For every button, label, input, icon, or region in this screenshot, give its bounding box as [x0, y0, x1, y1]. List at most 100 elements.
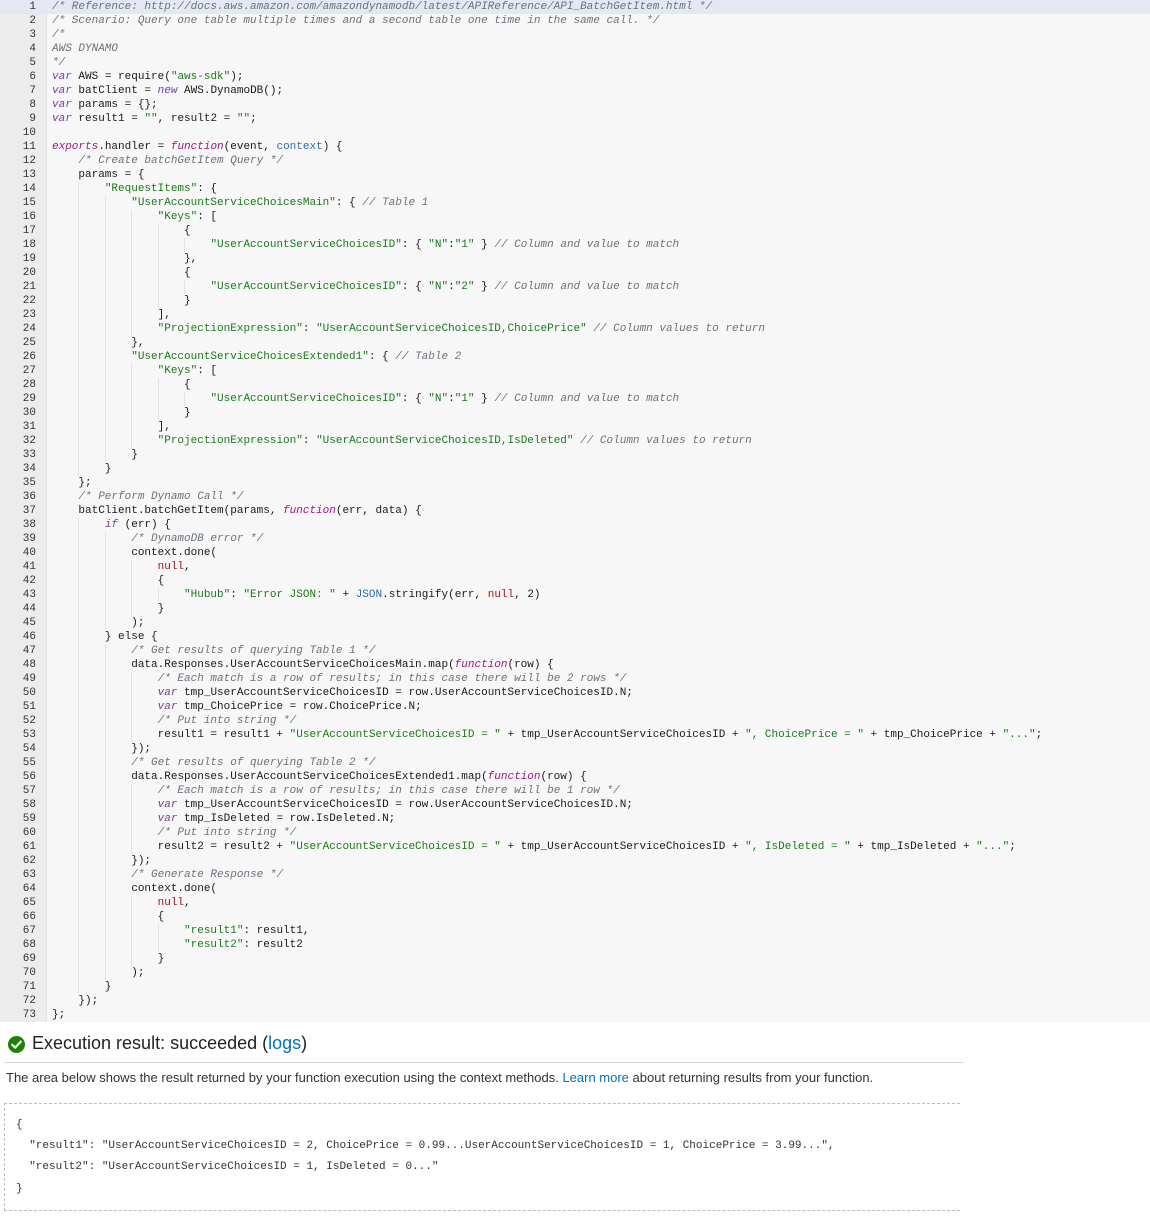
code-line[interactable]: 48 data.Responses.UserAccountServiceChoi…	[0, 658, 1150, 672]
learn-more-link[interactable]: Learn more	[562, 1070, 628, 1085]
code-line[interactable]: 43 "Hubub": "Error JSON: " + JSON.string…	[0, 588, 1150, 602]
code-line[interactable]: 24 "ProjectionExpression": "UserAccountS…	[0, 322, 1150, 336]
code-line[interactable]: 17 {	[0, 224, 1150, 238]
code-editor[interactable]: 1 /* Reference: http://docs.aws.amazon.co…	[0, 0, 1150, 1022]
code-line[interactable]: 49 /* Each match is a row of results; in…	[0, 672, 1150, 686]
code-line[interactable]: 12 /* Create batchGetItem Query */	[0, 154, 1150, 168]
code-token: });	[52, 855, 152, 867]
code-line[interactable]: 44 }	[0, 602, 1150, 616]
code-line[interactable]: 6 var AWS = require("aws-sdk");	[0, 70, 1150, 84]
code-line[interactable]: 36 /* Perform Dynamo Call */	[0, 490, 1150, 504]
code-line[interactable]: 34 }	[0, 462, 1150, 476]
code-line[interactable]: 23 ],	[0, 308, 1150, 322]
code-line[interactable]: 14 "RequestItems": {	[0, 182, 1150, 196]
code-token: :	[448, 281, 455, 293]
code-line[interactable]: 67 "result1": result1,	[0, 924, 1150, 938]
code-token: "2"	[454, 281, 475, 293]
code-line[interactable]: 39 /* DynamoDB error */	[0, 532, 1150, 546]
line-number: 28	[22, 379, 36, 391]
code-line[interactable]: 69 }	[0, 952, 1150, 966]
code-line[interactable]: 60 /* Put into string */	[0, 826, 1150, 840]
code-token: ,	[184, 561, 191, 573]
code-line[interactable]: 29 "UserAccountServiceChoicesID": { "N":…	[0, 392, 1150, 406]
code-line[interactable]: 25 },	[0, 336, 1150, 350]
code-line[interactable]: 72 });	[0, 994, 1150, 1008]
code-line[interactable]: 16 "Keys": [	[0, 210, 1150, 224]
code-line[interactable]: 27 "Keys": [	[0, 364, 1150, 378]
code-line[interactable]: 51 var tmp_ChoicePrice = row.ChoicePrice…	[0, 700, 1150, 714]
code-line[interactable]: 57 /* Each match is a row of results; in…	[0, 784, 1150, 798]
code-line[interactable]: 65 null,	[0, 896, 1150, 910]
code-token: }	[474, 281, 495, 293]
code-line[interactable]: 1 /* Reference: http://docs.aws.amazon.co…	[0, 0, 1150, 14]
code-line[interactable]: 9 var result1 = "", result2 = "";	[0, 112, 1150, 126]
code-token: );	[230, 71, 244, 83]
code-line[interactable]: 56 data.Responses.UserAccountServiceChoi…	[0, 770, 1150, 784]
code-line[interactable]: 7 var batClient = new AWS.DynamoDB();	[0, 84, 1150, 98]
code-line[interactable]: 31 ],	[0, 420, 1150, 434]
code-line[interactable]: 58 var tmp_UserAccountServiceChoicesID =…	[0, 798, 1150, 812]
code-token: }	[52, 463, 112, 475]
code-text: var AWS = require("aws-sdk");	[52, 70, 243, 84]
code-token: data.Responses.UserAccountServiceChoices…	[52, 771, 488, 783]
line-number: 73	[22, 1009, 36, 1021]
code-line[interactable]: 68 "result2": result2	[0, 938, 1150, 952]
code-line[interactable]: 11 exports.handler = function(event, cont…	[0, 140, 1150, 154]
code-line[interactable]: 20 {	[0, 266, 1150, 280]
code-line[interactable]: 22 }	[0, 294, 1150, 308]
code-line[interactable]: 42 {	[0, 574, 1150, 588]
code-line[interactable]: 18 "UserAccountServiceChoicesID": { "N":…	[0, 238, 1150, 252]
code-line[interactable]: 37 batClient.batchGetItem(params, functi…	[0, 504, 1150, 518]
code-line[interactable]: 35 };	[0, 476, 1150, 490]
code-line[interactable]: 33 }	[0, 448, 1150, 462]
code-line[interactable]: 70 );	[0, 966, 1150, 980]
code-line[interactable]: 50 var tmp_UserAccountServiceChoicesID =…	[0, 686, 1150, 700]
line-number: 35	[22, 477, 36, 489]
code-line[interactable]: 59 var tmp_IsDeleted = row.IsDeleted.N;	[0, 812, 1150, 826]
code-line[interactable]: 28 {	[0, 378, 1150, 392]
code-line[interactable]: 3 /*	[0, 28, 1150, 42]
code-line[interactable]: 55 /* Get results of querying Table 2 */	[0, 756, 1150, 770]
code-token: var	[157, 687, 178, 699]
code-line[interactable]: 71 }	[0, 980, 1150, 994]
code-line[interactable]: 21 "UserAccountServiceChoicesID": { "N":…	[0, 280, 1150, 294]
code-line[interactable]: 38 if (err) {	[0, 518, 1150, 532]
code-line[interactable]: 47 /* Get results of querying Table 1 */	[0, 644, 1150, 658]
code-line[interactable]: 73};	[0, 1008, 1150, 1022]
code-token: "UserAccountServiceChoicesID = "	[289, 729, 501, 741]
code-line[interactable]: 40 context.done(	[0, 546, 1150, 560]
code-line[interactable]: 54 });	[0, 742, 1150, 756]
code-line[interactable]: 8 var params = {};	[0, 98, 1150, 112]
code-line[interactable]: 53 result1 = result1 + "UserAccountServi…	[0, 728, 1150, 742]
code-line[interactable]: 26 "UserAccountServiceChoicesExtended1":…	[0, 350, 1150, 364]
code-line[interactable]: 13 params = {	[0, 168, 1150, 182]
code-line[interactable]: 66 {	[0, 910, 1150, 924]
code-token: }	[52, 953, 165, 965]
code-line[interactable]: 5 */	[0, 56, 1150, 70]
code-token: batClient.batchGetItem(params,	[52, 505, 284, 517]
code-token: "Hubub"	[184, 589, 231, 601]
code-text: {	[52, 224, 191, 238]
code-line[interactable]: 52 /* Put into string */	[0, 714, 1150, 728]
code-line[interactable]: 4 AWS DYNAMO	[0, 42, 1150, 56]
code-line[interactable]: 10	[0, 126, 1150, 140]
code-line[interactable]: 61 result2 = result2 + "UserAccountServi…	[0, 840, 1150, 854]
code-token: /* Put into string */	[157, 827, 297, 839]
code-line[interactable]: 64 context.done(	[0, 882, 1150, 896]
code-line[interactable]: 19 },	[0, 252, 1150, 266]
code-line[interactable]: 2 /* Scenario: Query one table multiple t…	[0, 14, 1150, 28]
code-line[interactable]: 32 "ProjectionExpression": "UserAccountS…	[0, 434, 1150, 448]
logs-link[interactable]: logs	[268, 1033, 301, 1053]
code-token: "ProjectionExpression"	[157, 435, 303, 447]
code-line[interactable]: 30 }	[0, 406, 1150, 420]
code-line[interactable]: 46 } else {	[0, 630, 1150, 644]
code-line[interactable]: 15 "UserAccountServiceChoicesMain": { //…	[0, 196, 1150, 210]
code-token: tmp_UserAccountServiceChoicesID = row.Us…	[177, 687, 633, 699]
code-line[interactable]: 41 null,	[0, 560, 1150, 574]
code-line[interactable]: 63 /* Generate Response */	[0, 868, 1150, 882]
code-line[interactable]: 45 );	[0, 616, 1150, 630]
code-line[interactable]: 62 });	[0, 854, 1150, 868]
code-text: var tmp_UserAccountServiceChoicesID = ro…	[52, 686, 633, 700]
